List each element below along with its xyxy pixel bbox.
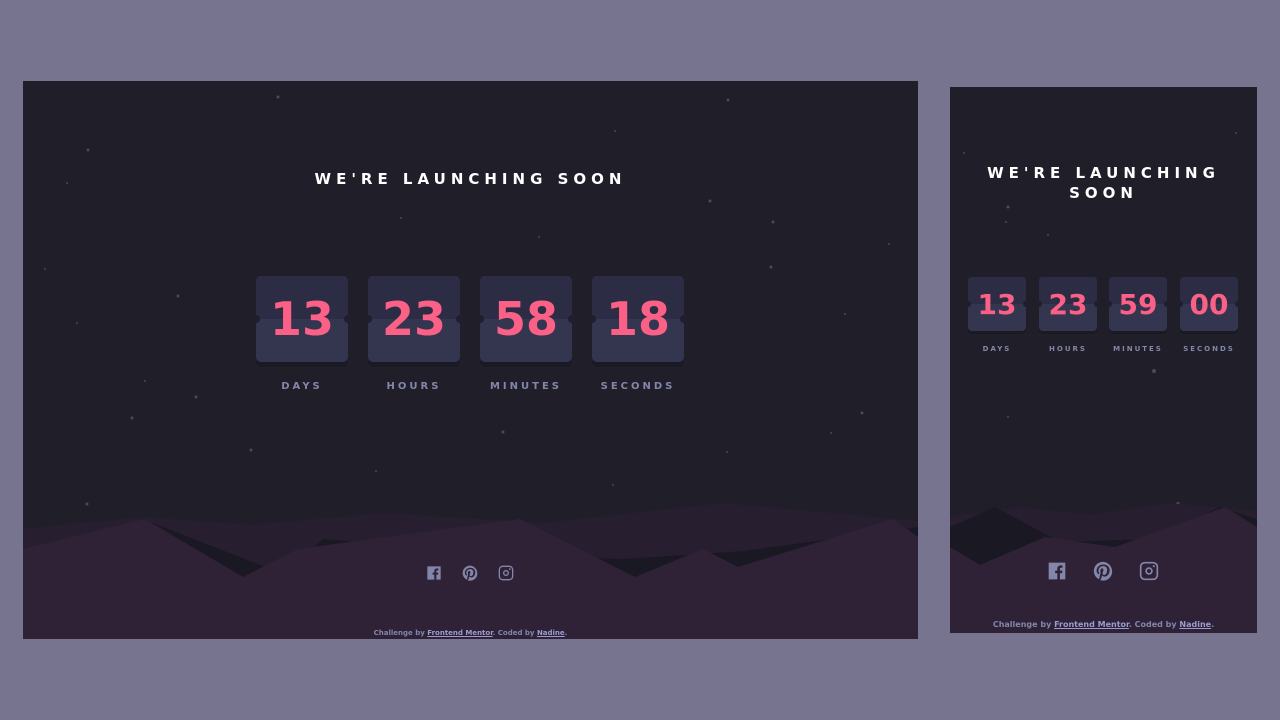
countdown-minutes: 59 MINUTES	[1109, 277, 1167, 357]
flip-card: 23	[368, 276, 460, 362]
attribution-middle: . Coded by	[492, 629, 537, 637]
pinterest-icon[interactable]	[462, 565, 478, 581]
author-link[interactable]: Nadine	[537, 629, 565, 637]
days-label: DAYS	[281, 381, 323, 392]
social-links	[426, 565, 514, 581]
hours-label: HOURS	[1049, 345, 1087, 353]
seconds-value: 18	[605, 292, 670, 346]
countdown-hours: 23 HOURS	[368, 276, 460, 406]
flip-card: 23	[1039, 277, 1097, 331]
seconds-label: SECONDS	[1183, 345, 1235, 353]
countdown-days: 13 DAYS	[968, 277, 1026, 357]
days-value: 13	[269, 292, 334, 346]
attribution-suffix: .	[1211, 620, 1215, 629]
page-title: WE'RE LAUNCHING SOON	[314, 170, 627, 188]
instagram-icon[interactable]	[498, 565, 514, 581]
flip-card: 59	[1109, 277, 1167, 331]
page-title: WE'RE LAUNCHING SOON	[987, 164, 1220, 202]
countdown-seconds: 00 SECONDS	[1180, 277, 1238, 357]
flip-card: 13	[256, 276, 348, 362]
minutes-value: 59	[1118, 287, 1158, 321]
hours-label: HOURS	[386, 381, 442, 392]
countdown-seconds: 18 SECONDS	[592, 276, 684, 406]
attribution: Challenge by Frontend Mentor. Coded by N…	[23, 629, 918, 637]
flip-card: 13	[968, 277, 1026, 331]
days-value: 13	[977, 287, 1017, 321]
days-label: DAYS	[982, 345, 1012, 353]
pinterest-icon[interactable]	[1093, 561, 1113, 581]
attribution-suffix: .	[564, 629, 568, 637]
countdown-minutes: 58 MINUTES	[480, 276, 572, 406]
attribution: Challenge by Frontend Mentor. Coded by N…	[950, 620, 1257, 629]
attribution-prefix: Challenge by	[992, 620, 1055, 629]
frontend-mentor-link[interactable]: Frontend Mentor	[1054, 620, 1129, 629]
flip-card: 00	[1180, 277, 1238, 331]
flip-card: 18	[592, 276, 684, 362]
desktop-preview: WE'RE LAUNCHING SOON 13 DAYS 23 HOURS 58…	[23, 81, 918, 639]
mobile-preview: WE'RE LAUNCHING SOON 13 DAYS 23 HOURS 59…	[950, 87, 1257, 633]
countdown-hours: 23 HOURS	[1039, 277, 1097, 357]
minutes-label: MINUTES	[1113, 345, 1163, 353]
social-links	[1047, 561, 1159, 581]
facebook-icon[interactable]	[1047, 561, 1067, 581]
seconds-value: 00	[1189, 287, 1229, 321]
instagram-icon[interactable]	[1139, 561, 1159, 581]
minutes-value: 58	[493, 292, 558, 346]
hours-value: 23	[1048, 287, 1088, 321]
seconds-label: SECONDS	[600, 381, 676, 392]
author-link[interactable]: Nadine	[1179, 620, 1211, 629]
attribution-prefix: Challenge by	[373, 629, 428, 637]
facebook-icon[interactable]	[426, 565, 442, 581]
attribution-middle: . Coded by	[1128, 620, 1180, 629]
hours-value: 23	[381, 292, 446, 346]
flip-card: 58	[480, 276, 572, 362]
frontend-mentor-link[interactable]: Frontend Mentor	[427, 629, 492, 637]
countdown-days: 13 DAYS	[256, 276, 348, 406]
minutes-label: MINUTES	[489, 381, 562, 392]
